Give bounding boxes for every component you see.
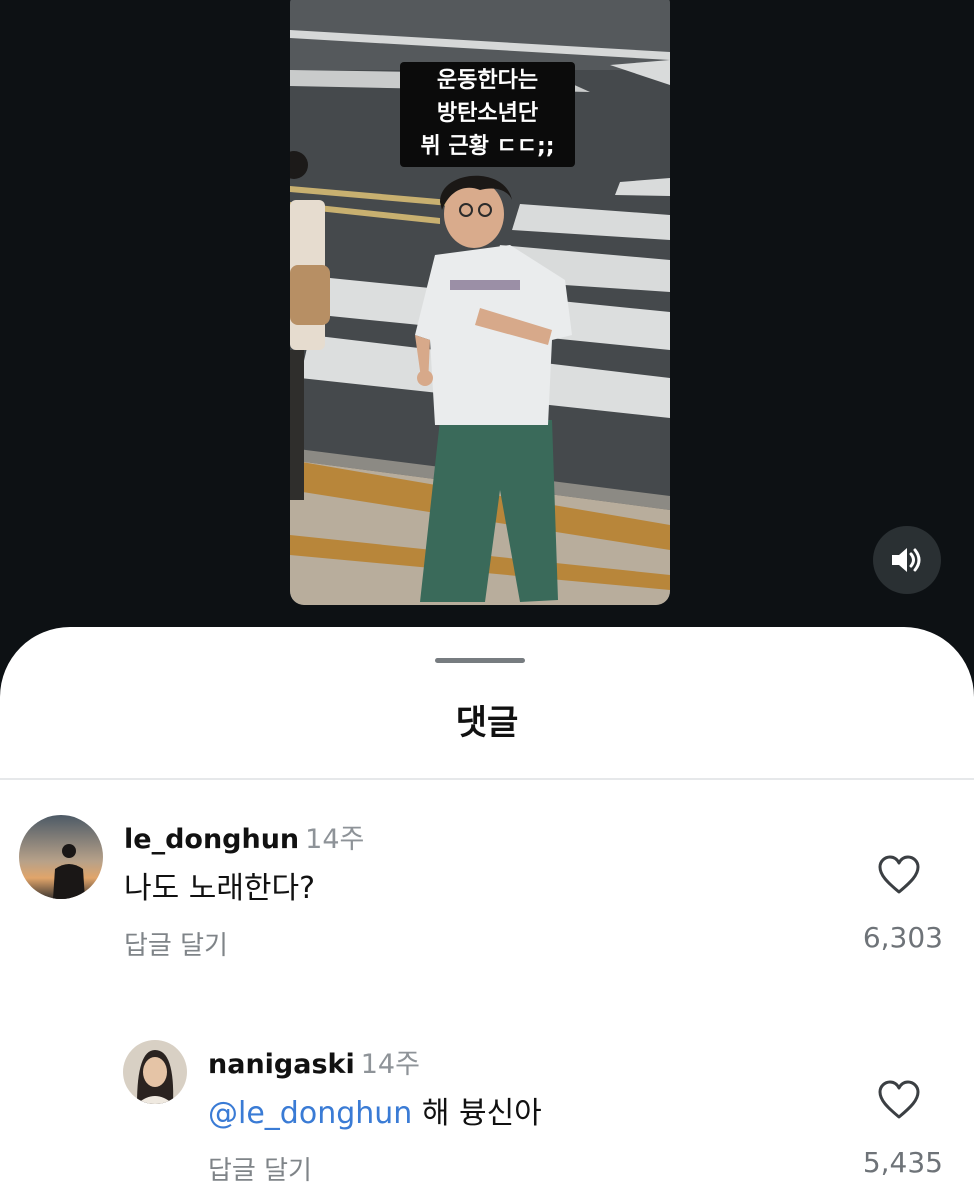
sheet-title: 댓글 bbox=[455, 703, 519, 743]
speaker-icon bbox=[892, 548, 921, 572]
avatar[interactable] bbox=[19, 815, 103, 899]
comment-body: 해 븅신아 bbox=[421, 1096, 542, 1131]
comment-text: @le_donghun 해 븅신아 bbox=[208, 1088, 542, 1132]
volume-button[interactable] bbox=[873, 526, 941, 594]
caption-line-2: 방탄소년단 bbox=[436, 101, 539, 126]
username-text[interactable]: nanigaski bbox=[208, 1049, 355, 1080]
app-screen: 운동한다는 방탄소년단 뷔 근황 ㄷㄷ;; 댓글 le_donghun 14주 … bbox=[0, 0, 974, 1200]
like-count: 6,303 bbox=[862, 921, 943, 954]
comment-time: 14주 bbox=[305, 824, 365, 855]
comment-username[interactable]: nanigaski 14주 bbox=[208, 1042, 420, 1081]
reply-button[interactable]: 답글 달기 bbox=[124, 925, 228, 962]
caption-line-3: 뷔 근황 ㄷㄷ;; bbox=[420, 134, 555, 159]
avatar[interactable] bbox=[123, 1040, 187, 1104]
divider bbox=[0, 778, 974, 780]
comment-text: 나도 노래한다? bbox=[124, 871, 316, 906]
comment-username[interactable]: le_donghun 14주 bbox=[124, 817, 364, 856]
heart-icon[interactable] bbox=[877, 1080, 921, 1120]
like-count: 5,435 bbox=[862, 1146, 943, 1179]
heart-icon[interactable] bbox=[877, 855, 921, 895]
video-player[interactable]: 운동한다는 방탄소년단 뷔 근황 ㄷㄷ;; bbox=[290, 0, 670, 605]
sheet-grabber[interactable] bbox=[435, 658, 525, 663]
caption-line-1: 운동한다는 bbox=[436, 68, 539, 93]
comment-item: nanigaski 14주 @le_donghun 해 븅신아 답글 달기 5,4… bbox=[0, 1032, 974, 1186]
mention-link[interactable]: @le_donghun bbox=[208, 1096, 412, 1131]
comments-sheet: 댓글 le_donghun 14주 나도 노래한다? 답글 달기 6,303 n… bbox=[0, 627, 974, 1200]
reply-button[interactable]: 답글 달기 bbox=[208, 1150, 312, 1187]
username-text[interactable]: le_donghun bbox=[124, 824, 299, 855]
video-caption: 운동한다는 방탄소년단 뷔 근황 ㄷㄷ;; bbox=[400, 62, 575, 167]
comment-item: le_donghun 14주 나도 노래한다? 답글 달기 6,303 bbox=[0, 807, 974, 961]
comment-time: 14주 bbox=[360, 1049, 420, 1080]
